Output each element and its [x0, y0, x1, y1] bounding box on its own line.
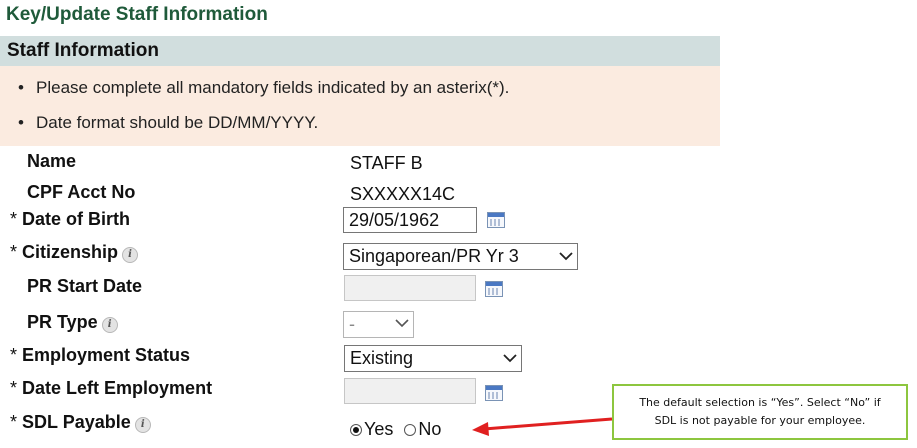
pr-start-date-input	[344, 275, 476, 301]
page-title: Key/Update Staff Information	[6, 4, 268, 25]
info-icon[interactable]: i	[122, 247, 139, 263]
citizenship-selected: Singaporean/PR Yr 3	[349, 246, 519, 266]
chevron-down-icon	[559, 252, 573, 261]
radio-button[interactable]	[404, 423, 417, 436]
arrow-annotation	[472, 417, 613, 436]
required-marker: *	[10, 209, 18, 229]
date-of-birth-label: * Date of Birth	[10, 209, 130, 230]
date-of-birth-input[interactable]: 29/05/1962	[343, 207, 477, 233]
note-text: Date format should be DD/MM/YYYY.	[36, 113, 319, 132]
employment-status-label: * Employment Status	[10, 345, 190, 366]
date-left-employment-label-text: Date Left Employment	[22, 378, 213, 398]
radio-button[interactable]	[350, 423, 362, 436]
pr-type-label-text: PR Type	[27, 312, 98, 332]
sdl-payable-radio-group: Yes No	[350, 419, 447, 441]
name-value: STAFF B	[350, 153, 423, 173]
date-left-employment-label: * Date Left Employment	[10, 378, 212, 399]
employment-status-selected: Existing	[350, 348, 414, 368]
callout-box: The default selection is “Yes”. Select “…	[612, 384, 908, 440]
employment-status-select[interactable]: Existing	[344, 345, 522, 372]
info-icon[interactable]: i	[134, 417, 151, 433]
citizenship-label: * Citizenship i	[10, 242, 139, 263]
pr-start-date-label: PR Start Date	[27, 276, 143, 296]
cpf-acct-no-label: CPF Acct No	[27, 182, 136, 202]
required-marker: *	[10, 378, 18, 398]
required-marker: *	[10, 345, 18, 365]
calendar-icon[interactable]	[487, 212, 505, 228]
section-header: Staff Information	[0, 36, 720, 66]
pr-type-label: PR Type i	[27, 312, 118, 333]
sdl-payable-label: * SDL Payable i	[10, 412, 151, 433]
bullet: •	[18, 78, 24, 97]
sdl-yes-label: Yes	[364, 419, 394, 439]
sdl-payable-label-text: SDL Payable	[22, 412, 131, 432]
pr-type-selected: -	[349, 314, 355, 334]
date-left-employment-input	[344, 378, 476, 404]
chevron-down-icon	[503, 354, 517, 363]
callout-line: SDL is not payable for your employee.	[654, 414, 866, 427]
chevron-down-icon	[395, 319, 409, 328]
calendar-icon	[485, 281, 503, 297]
citizenship-select[interactable]: Singaporean/PR Yr 3	[343, 243, 578, 270]
notes-panel: • Please complete all mandatory fields in…	[0, 66, 720, 146]
name-label: Name	[27, 151, 77, 171]
note-item: • Please complete all mandatory fields in…	[18, 78, 509, 98]
citizenship-label-text: Citizenship	[22, 242, 119, 262]
cpf-acct-no-value: SXXXXX14C	[350, 184, 456, 204]
date-of-birth-label-text: Date of Birth	[22, 209, 131, 229]
sdl-yes-radio[interactable]: Yes	[350, 419, 393, 440]
callout-line: The default selection is “Yes”. Select “…	[639, 396, 881, 409]
sdl-no-radio[interactable]: No	[404, 419, 441, 440]
pr-type-select: -	[343, 311, 414, 338]
sdl-no-label: No	[418, 419, 442, 439]
note-item: • Date format should be DD/MM/YYYY.	[18, 113, 318, 133]
required-marker: *	[10, 242, 18, 262]
calendar-icon[interactable]	[485, 385, 503, 401]
info-icon[interactable]: i	[101, 317, 118, 333]
employment-status-label-text: Employment Status	[22, 345, 191, 365]
note-text: Please complete all mandatory fields ind…	[36, 78, 510, 97]
required-marker: *	[10, 412, 18, 432]
bullet: •	[18, 113, 24, 132]
